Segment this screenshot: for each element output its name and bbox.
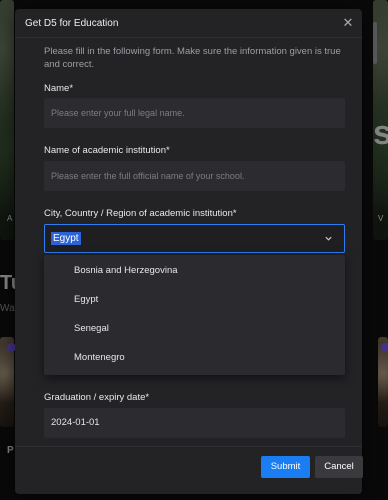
dropdown-option[interactable]: Senegal <box>44 314 345 343</box>
name-label: Name* <box>44 83 74 94</box>
education-form-modal: Get D5 for Education ✕ Please fill in th… <box>15 9 363 494</box>
modal-title: Get D5 for Education <box>25 18 119 29</box>
location-dropdown: Bosnia and Herzegovina Egypt Senegal Mon… <box>44 255 345 375</box>
intro-text: Please fill in the following form. Make … <box>44 46 341 70</box>
submit-button[interactable]: Submit <box>261 456 310 478</box>
modal-intro: Please fill in the following form. Make … <box>44 45 344 71</box>
dropdown-option[interactable]: Montenegro <box>44 343 345 372</box>
dropdown-option[interactable]: Bosnia and Herzegovina <box>44 256 345 285</box>
graduation-date-input[interactable]: 2024-01-01 <box>44 408 345 438</box>
location-label: City, Country / Region of academic insti… <box>44 208 237 219</box>
chevron-down-icon <box>325 236 332 241</box>
location-select[interactable]: Egypt <box>44 224 345 253</box>
cancel-button[interactable]: Cancel <box>315 456 363 478</box>
name-input[interactable]: Please enter your full legal name. <box>44 98 345 128</box>
graduation-label: Graduation / expiry date* <box>44 392 150 403</box>
dropdown-option[interactable]: Egypt <box>44 285 345 314</box>
footer-divider <box>15 446 362 447</box>
modal-header: Get D5 for Education ✕ <box>15 9 362 38</box>
close-icon[interactable]: ✕ <box>340 15 356 31</box>
institution-label: Name of academic institution* <box>44 145 170 156</box>
location-select-value: Egypt <box>51 232 81 245</box>
page-scrollbar[interactable] <box>373 22 377 64</box>
institution-input[interactable]: Please enter the full official name of y… <box>44 161 345 191</box>
